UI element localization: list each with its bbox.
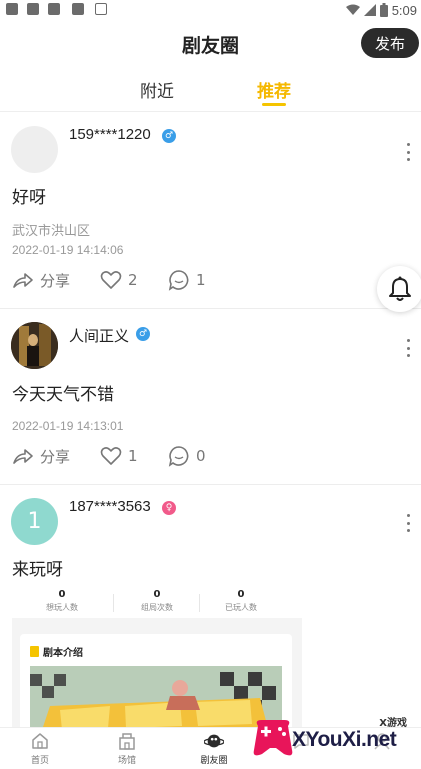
active-tab-indicator [262,103,286,106]
post-location: 武汉市洪山区 [12,224,91,239]
post-content: 来玩呀 [12,560,63,580]
username[interactable]: 159****1220 [69,126,151,143]
more-options-icon[interactable] [403,143,413,161]
stat-label: 组局次数 [141,603,173,612]
watermark-main-text: XYouXi.net [292,728,397,751]
stat-item: 0 已玩人数 [196,588,286,614]
card-title: 剧本介绍 [30,644,83,659]
notification-icon [72,3,84,15]
card-title-text: 剧本介绍 [43,648,83,659]
post-time: 2022-01-19 14:14:06 [12,243,124,257]
tab-nearby[interactable]: 附近 [140,77,174,102]
page-title: 剧友圈 [181,35,239,57]
post-image[interactable]: 0 想玩人数 0 组局次数 0 已玩人数 剧本介绍 [12,588,302,728]
male-gender-icon: ♂ [162,129,176,143]
share-label: 分享 [40,447,71,466]
comment-icon [168,270,189,291]
comment-count: 0 [196,447,206,465]
more-options-icon[interactable] [403,339,413,357]
post-card: 159****1220 ♂ 好呀 武汉市洪山区 2022-01-19 14:14… [0,112,421,308]
stat-item: 0 想玩人数 [17,588,107,614]
share-button[interactable]: 分享 [12,269,70,291]
post-actions: 分享 1 0 [12,445,272,467]
heart-icon [100,447,122,465]
stat-item: 0 组局次数 [112,588,202,614]
tab-bar: 附近 推荐 [0,72,421,110]
share-label: 分享 [40,271,71,290]
like-count: 2 [128,271,138,289]
image-icon [48,3,60,15]
username[interactable]: 人间正义 [69,325,129,346]
watermark-logo-icon [253,720,293,756]
nav-label: 场馆 [117,756,136,766]
battery-icon [379,3,388,17]
watermark: X游戏 XYouXi.net [248,708,421,769]
stat-value: 0 [153,589,161,600]
home-icon [30,731,50,751]
nav-circle[interactable]: 剧友圈 [184,731,244,766]
status-bar: 5:09 [0,0,421,20]
bell-icon [389,276,411,301]
comment-count: 1 [196,271,206,289]
more-options-icon[interactable] [403,514,413,532]
nav-home[interactable]: 首页 [10,731,70,766]
avatar-image [11,322,58,369]
username[interactable]: 187****3563 [69,498,151,515]
cover-illustration [30,666,282,728]
avatar[interactable] [11,126,58,173]
share-icon [13,449,33,464]
comment-button[interactable]: 1 [168,269,206,291]
post-time: 2022-01-19 14:13:01 [12,419,124,433]
like-button[interactable]: 1 [100,445,138,467]
post-actions: 分享 2 1 [12,269,272,291]
notification-button[interactable] [377,266,421,312]
script-cover-art [30,666,282,728]
nav-label: 首页 [30,756,49,766]
notification-icon [27,3,39,15]
notification-icon [6,3,18,15]
post-content: 好呀 [12,188,46,208]
male-gender-icon: ♂ [136,327,150,341]
publish-button[interactable]: 发布 [361,28,419,58]
script-stats: 0 想玩人数 0 组局次数 0 已玩人数 [12,588,302,618]
like-button[interactable]: 2 [100,269,138,291]
post-card: 人间正义 ♂ 今天天气不错 2022-01-19 14:13:01 分享 1 0 [0,309,421,484]
post-content: 今天天气不错 [12,385,114,405]
planet-icon [204,731,224,751]
stat-label: 想玩人数 [46,603,78,612]
tab-recommended[interactable]: 推荐 [257,77,291,102]
share-icon [13,273,33,288]
app-icon [95,3,107,15]
female-gender-icon: ♀ [162,501,176,515]
nav-label: 剧友圈 [200,756,228,766]
heart-icon [100,271,122,289]
signal-icon [363,4,376,16]
comment-button[interactable]: 0 [168,445,206,467]
stat-label: 已玩人数 [225,603,257,612]
building-icon [117,731,137,751]
stat-value: 0 [237,589,245,600]
share-button[interactable]: 分享 [12,445,70,467]
status-time: 5:09 [391,2,417,18]
wifi-icon [345,4,360,15]
like-count: 1 [128,447,138,465]
watermark-top-text: X游戏 [379,718,407,729]
comment-icon [168,446,189,467]
avatar[interactable]: 1 [11,498,58,545]
header: 剧友圈 发布 [0,24,421,64]
avatar[interactable] [11,322,58,369]
document-icon [30,646,39,657]
nav-venues[interactable]: 场馆 [97,731,157,766]
stat-value: 0 [58,589,66,600]
